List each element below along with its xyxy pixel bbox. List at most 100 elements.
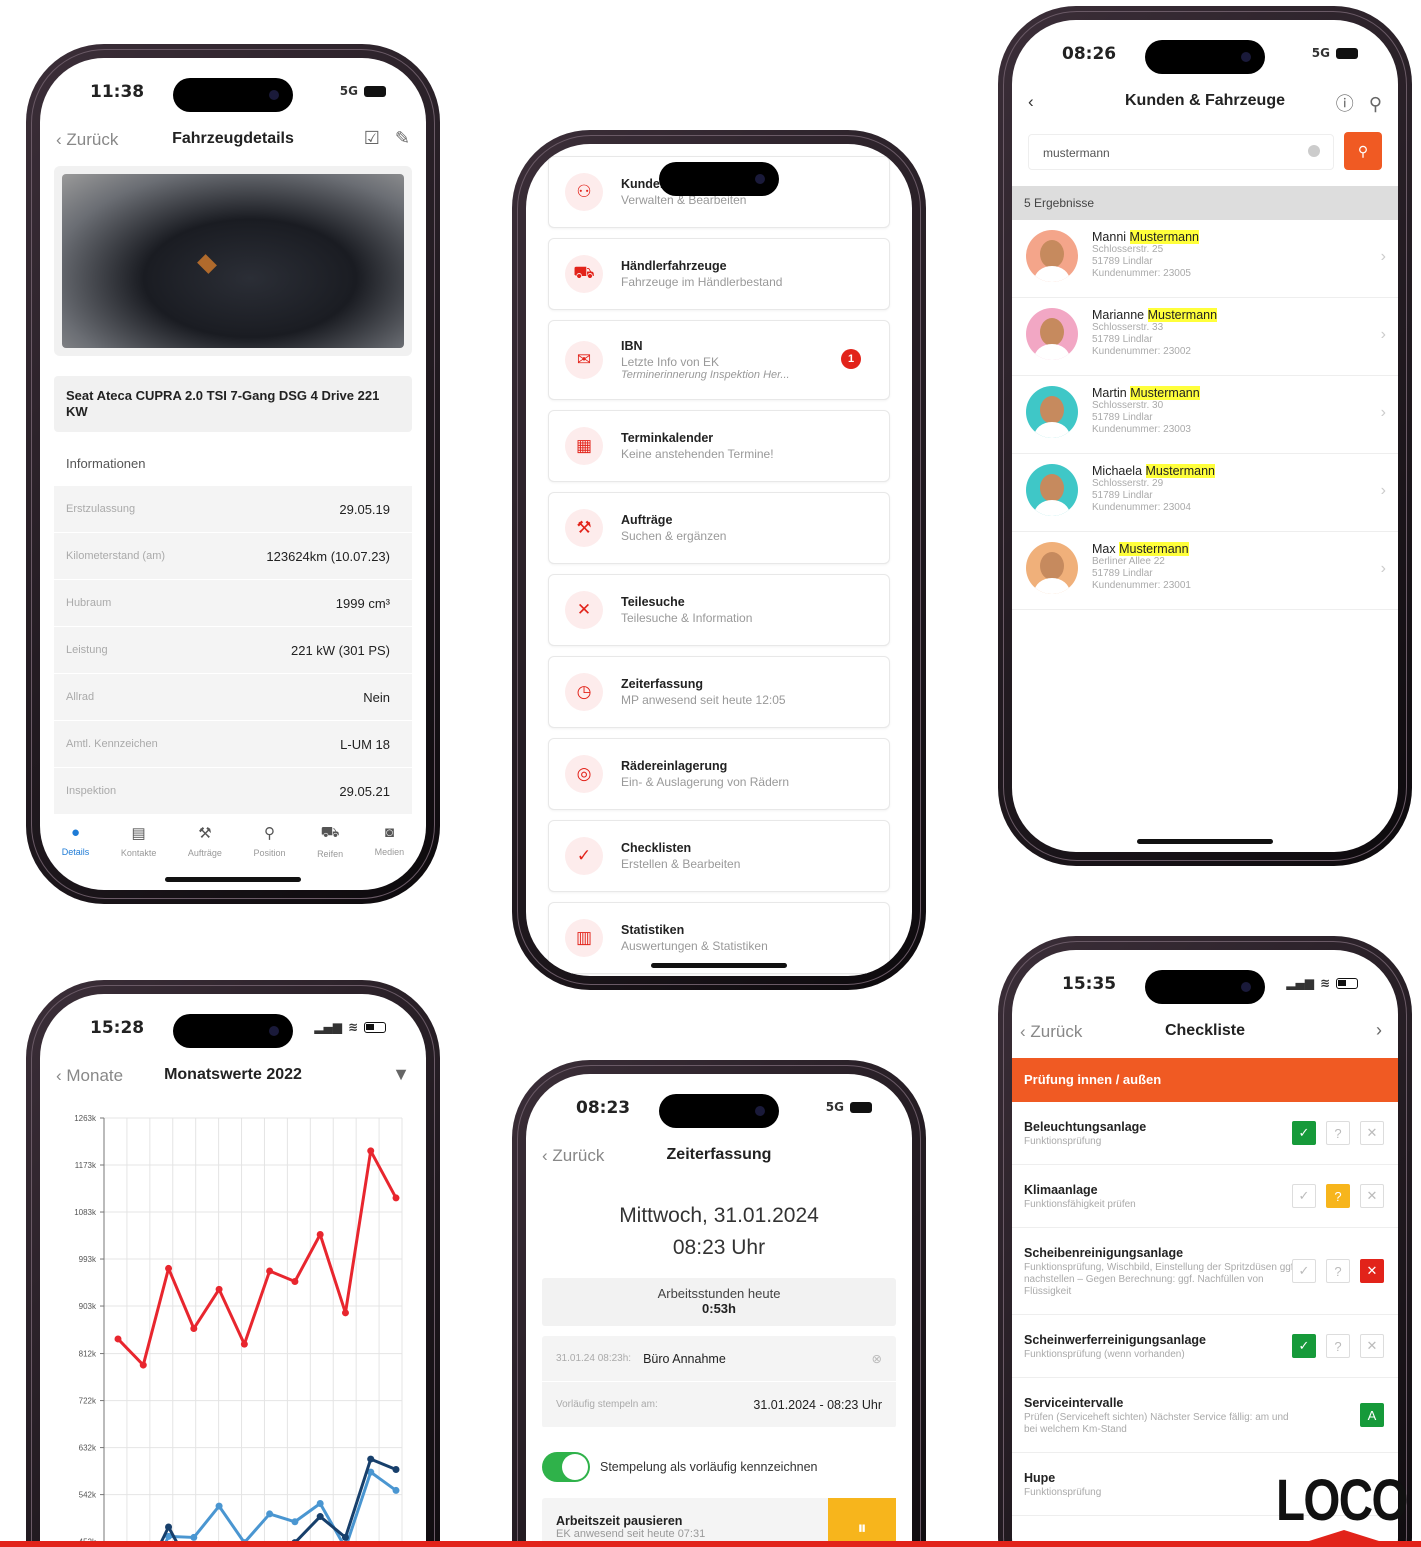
tab-media[interactable]: ◙ Medien — [375, 824, 405, 859]
avatar — [1026, 230, 1078, 282]
tab-position[interactable]: ⚲ Position — [253, 824, 285, 859]
status-boxes: ✓? ✕ — [1292, 1184, 1384, 1208]
y-tick-label: 1173k — [75, 1161, 97, 1170]
menu-item-ibn[interactable]: ✉ IBN Letzte Info von EK Terminerinnerung I… — [548, 320, 890, 400]
customer-number: Kundenummer: 23005 — [1092, 268, 1191, 279]
tab-details[interactable]: ● Details — [62, 824, 90, 859]
menu-item-checklisten[interactable]: ✓ Checklisten Erstellen & Bearbeiten — [548, 820, 890, 892]
toggle-label: Stempelung als vorläufig kennzeichnen — [600, 1460, 818, 1474]
menu-item-subtitle: Ein- & Auslagerung von Rädern — [621, 775, 790, 789]
result-name: Max Mustermann — [1092, 542, 1191, 556]
status-time: 15:28 — [90, 1018, 145, 1038]
unknown-checkbox[interactable]: ? — [1326, 1121, 1350, 1145]
id-card-icon: ▤ — [131, 825, 146, 842]
list-item[interactable]: Marianne Mustermann Schlosserstr. 33 51789… — [1012, 298, 1398, 376]
filter-icon[interactable]: ▼ — [392, 1064, 410, 1085]
prelim-row[interactable]: Vorläufig stempeln am: 31.01.2024 - 08:23… — [542, 1382, 896, 1428]
home-indicator — [1137, 839, 1273, 844]
chevron-right-icon[interactable]: › — [1376, 1020, 1382, 1041]
search-input[interactable]: mustermann — [1028, 134, 1334, 170]
nav-bar: ‹ Monate Monatswerte 2022 ▼ — [40, 1058, 426, 1094]
status-boxes: A — [1360, 1403, 1384, 1427]
address-street: Schlosserstr. 25 — [1092, 244, 1164, 255]
first-name: Max — [1092, 542, 1120, 556]
result-name: Manni Mustermann — [1092, 230, 1200, 244]
menu-item-title: Terminkalender — [621, 431, 714, 445]
data-point — [266, 1267, 274, 1275]
clear-icon[interactable] — [1308, 145, 1320, 157]
list-item[interactable]: Michaela Mustermann Schlosserstr. 29 51789… — [1012, 454, 1398, 532]
tab-contacts[interactable]: ▤ Kontakte — [121, 824, 157, 859]
prelim-toggle[interactable] — [542, 1452, 590, 1482]
screen: 15:28 ▂▄▆ ≋ ‹ Monate Monatswerte 2022 ▼ 1… — [40, 994, 426, 1547]
vehicle-photo-card — [54, 166, 412, 356]
tab-orders[interactable]: ⚒ Aufträge — [188, 824, 222, 859]
info-key: Hubraum — [66, 597, 112, 609]
info-row: Allrad Nein — [54, 674, 412, 721]
unknown-checkbox[interactable]: ? — [1326, 1334, 1350, 1358]
menu-item-auftraege[interactable]: ⚒ Aufträge Suchen & ergänzen — [548, 492, 890, 564]
address-city: 51789 Lindlar — [1092, 490, 1153, 501]
fail-checkbox[interactable]: ✕ — [1360, 1184, 1384, 1208]
info-key: Amtl. Kennzeichen — [66, 738, 158, 750]
tab-label: Reifen — [317, 849, 344, 859]
car-icon: ⛟ — [320, 824, 340, 841]
fail-checkbox[interactable]: ✕ — [1360, 1259, 1384, 1283]
chevron-right-icon: › — [1380, 560, 1386, 577]
footer-accent-bar — [0, 1541, 1421, 1547]
menu-item-terminkalender[interactable]: ▦ Terminkalender Keine anstehenden Termine… — [548, 410, 890, 482]
checkbox-icon[interactable]: ☑ — [364, 128, 380, 148]
first-name: Marianne — [1092, 308, 1148, 322]
menu-item-subtitle: Erstellen & Bearbeiten — [621, 857, 741, 871]
menu-item-title: Teilesuche — [621, 595, 685, 609]
search-button[interactable]: ⚲ — [1344, 132, 1382, 170]
help-icon[interactable]: ⓘ — [1336, 94, 1354, 114]
address-street: Schlosserstr. 30 — [1092, 400, 1164, 411]
menu-item-raedereinlagerung[interactable]: ◎ Rädereinlagerung Ein- & Auslagerung von … — [548, 738, 890, 810]
ok-checkbox[interactable]: ✓ — [1292, 1184, 1316, 1208]
status-time: 08:23 — [576, 1098, 631, 1118]
entry-row[interactable]: 31.01.24 08:23h: Büro Annahme ⊗ — [542, 1336, 896, 1382]
pencil-icon[interactable]: ✎ — [395, 128, 410, 148]
menu-item-subtitle: Fahrzeuge im Händlerbestand — [621, 275, 783, 289]
fail-checkbox[interactable]: ✕ — [1360, 1121, 1384, 1145]
current-time: 08:23 Uhr — [672, 1236, 766, 1259]
vehicle-photo[interactable] — [62, 174, 404, 348]
list-item[interactable]: Manni Mustermann Schlosserstr. 25 51789 Li… — [1012, 220, 1398, 298]
dynamic-island — [659, 162, 779, 196]
ok-checkbox[interactable]: ✓ — [1292, 1121, 1316, 1145]
list-item[interactable]: Max Mustermann Berliner Allee 22 51789 Lin… — [1012, 532, 1398, 610]
item-desc: Prüfen (Serviceheft sichten) Nächster Se… — [1024, 1412, 1289, 1435]
menu-item-title: Statistiken — [621, 923, 685, 937]
signal-bars-icon: ▂▄▆ — [1286, 976, 1314, 990]
search-icon: ⚲ — [1357, 142, 1369, 159]
data-point — [316, 1230, 324, 1238]
info-table: Erstzulassung 29.05.19 Kilometerstand (am… — [54, 486, 412, 815]
ok-checkbox[interactable]: ✓ — [1292, 1259, 1316, 1283]
ok-checkbox[interactable]: ✓ — [1292, 1334, 1316, 1358]
menu-item-haendlerfahrzeuge[interactable]: ⛟ Händlerfahrzeuge Fahrzeuge im Händlerbes… — [548, 238, 890, 310]
avatar — [1026, 308, 1078, 360]
tab-tires[interactable]: ⛟ Reifen — [317, 824, 343, 859]
section-header: Prüfung innen / außen — [1012, 1058, 1398, 1102]
tab-bar: ● Details ▤ Kontakte ⚒ Aufträge ⚲ Position ⛟… — [40, 824, 426, 859]
menu-item-zeiterfassung[interactable]: ◷ Zeiterfassung MP anwesend seit heute 12:… — [548, 656, 890, 728]
page-title: Checkliste — [1164, 1022, 1246, 1039]
pause-icon: ⏸ — [857, 1517, 867, 1538]
unknown-checkbox[interactable]: ? — [1326, 1184, 1350, 1208]
fail-checkbox[interactable]: ✕ — [1360, 1334, 1384, 1358]
screen: 08:23 5G ‹ Zurück Zeiterfassung Mittwoch… — [526, 1074, 912, 1547]
menu-item-teilesuche[interactable]: ✕ Teilesuche Teilesuche & Information — [548, 574, 890, 646]
chevron-right-icon: › — [1380, 482, 1386, 499]
pause-button[interactable]: ⏸ — [828, 1498, 896, 1547]
list-item[interactable]: Martin Mustermann Schlosserstr. 30 51789 L… — [1012, 376, 1398, 454]
unknown-checkbox[interactable]: ? — [1326, 1259, 1350, 1283]
data-point — [341, 1309, 349, 1317]
menu-item-title: Aufträge — [621, 513, 673, 527]
service-status-box[interactable]: A — [1360, 1403, 1384, 1427]
item-desc: Funktionsprüfung (wenn vorhanden) — [1024, 1349, 1185, 1360]
nav-bar: ‹ Zurück Checkliste › — [1012, 1014, 1398, 1050]
location-pin-icon[interactable]: ⚲ — [1369, 94, 1382, 114]
item-desc: Funktionsfähigkeit prüfen — [1024, 1199, 1136, 1210]
clear-icon[interactable]: ⊗ — [872, 1351, 882, 1366]
